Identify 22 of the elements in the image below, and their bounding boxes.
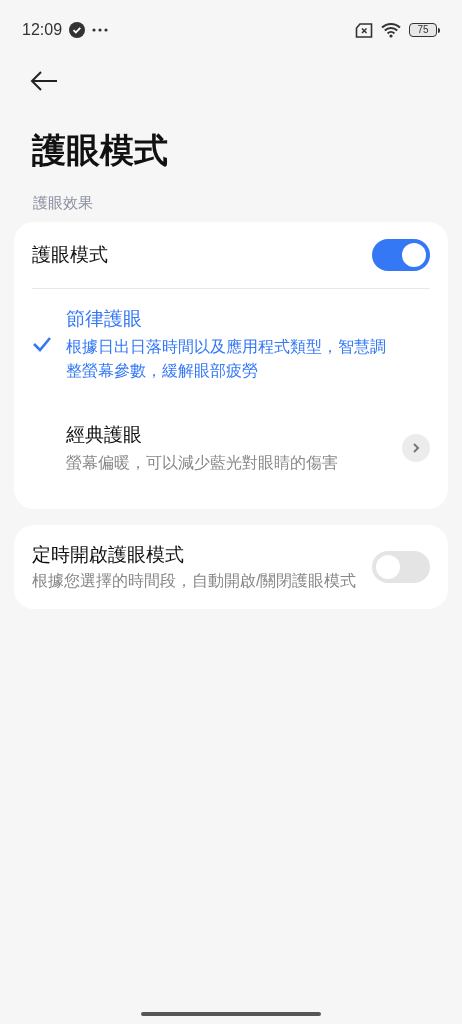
wifi-icon (381, 22, 401, 38)
option-description: 螢幕偏暖，可以減少藍光對眼睛的傷害 (66, 453, 339, 473)
toggle-switch[interactable] (372, 239, 430, 271)
more-icon (92, 28, 109, 32)
toggle-switch[interactable] (372, 551, 430, 583)
check-icon (32, 336, 52, 352)
mode-option[interactable]: 經典護眼 螢幕偏暖，可以減少藍光對眼睛的傷害 (32, 399, 430, 497)
section-label: 護眼效果 (32, 193, 94, 213)
option-title: 經典護眼 (66, 423, 143, 447)
check-circle-icon (69, 22, 86, 38)
toggle-label: 護眼模式 (32, 242, 108, 267)
battery-indicator: 75 (409, 23, 440, 37)
option-title: 節律護眼 (66, 307, 143, 331)
chevron-icon[interactable] (402, 434, 430, 462)
schedule-description: 根據您選擇的時間段，自動開啟/關閉護眼模式 (32, 571, 358, 591)
back-arrow-icon[interactable] (30, 71, 58, 91)
option-description: 根據日出日落時間以及應用程式類型，智慧調整螢幕參數，緩解眼部疲勞 (66, 337, 387, 381)
no-sim-icon (355, 22, 373, 38)
page-title: 護眼模式 (31, 130, 169, 171)
mode-option[interactable]: 節律護眼 根據日出日落時間以及應用程式類型，智慧調整螢幕參數，緩解眼部疲勞 (32, 289, 430, 399)
status-time: 12:09 (22, 20, 63, 40)
schedule-title: 定時開啟護眼模式 (32, 543, 185, 567)
